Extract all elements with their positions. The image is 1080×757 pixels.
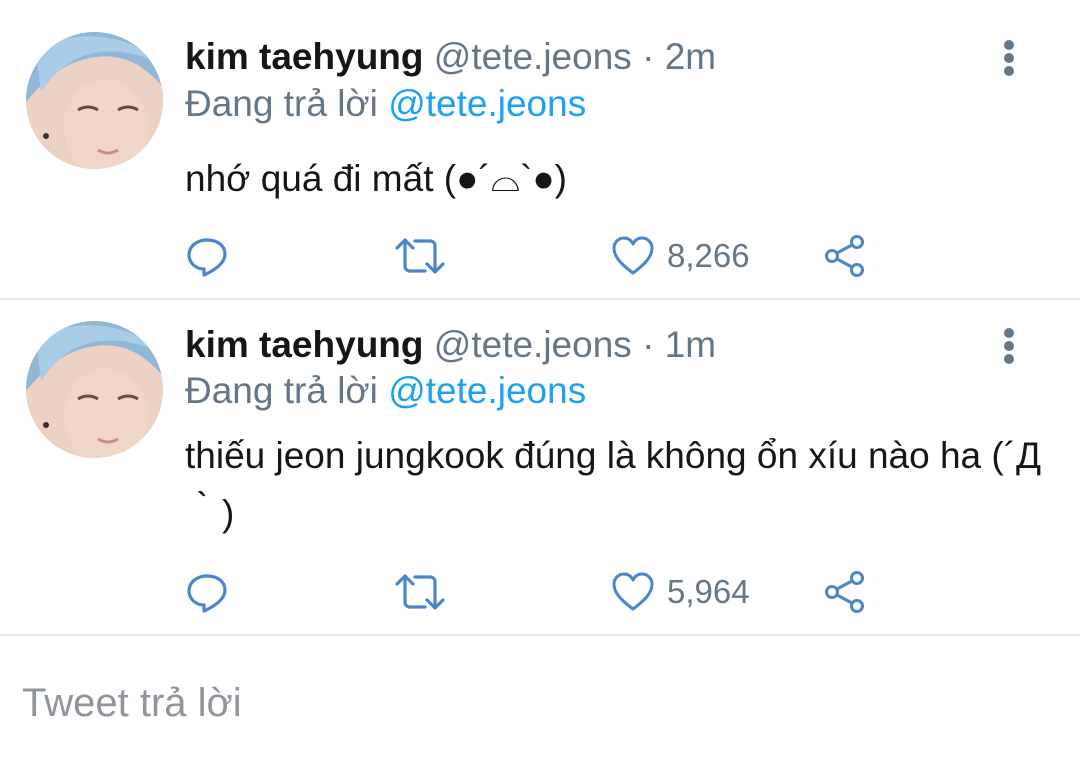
share-button[interactable]: [823, 570, 867, 614]
timestamp[interactable]: 2m: [665, 36, 716, 77]
more-options-button[interactable]: [996, 326, 1022, 366]
heart-icon: [611, 234, 655, 278]
tweet-header: kim taehyung @tete.jeons · 2m: [185, 35, 716, 79]
reply-composer[interactable]: Tweet trả lời: [0, 638, 1080, 757]
like-count: 5,964: [667, 573, 750, 610]
share-icon: [823, 570, 867, 614]
author-handle[interactable]: @tete.jeons: [434, 324, 632, 365]
like-button[interactable]: 8,266: [611, 234, 750, 278]
reply-button[interactable]: [185, 570, 229, 614]
tweet[interactable]: kim taehyung @tete.jeons · 1m Đang trả l…: [0, 300, 1080, 634]
reply-button[interactable]: [185, 234, 229, 278]
reply-prefix: Đang trả lời: [185, 83, 378, 124]
reply-prefix: Đang trả lời: [185, 370, 378, 411]
avatar[interactable]: [26, 32, 163, 169]
timestamp[interactable]: 1m: [665, 324, 716, 365]
tweet-text: thiếu jeon jungkook đúng là không ổn xíu…: [185, 435, 1042, 534]
like-button[interactable]: 5,964: [611, 570, 750, 614]
reply-handle-link[interactable]: @tete.jeons: [388, 370, 586, 411]
tweet-header: kim taehyung @tete.jeons · 1m: [185, 323, 716, 367]
tweet[interactable]: kim taehyung @tete.jeons · 2m Đang trả l…: [0, 0, 1080, 298]
share-icon: [823, 234, 867, 278]
separator: ·: [642, 36, 655, 77]
author-name[interactable]: kim taehyung: [185, 36, 424, 77]
retweet-button[interactable]: [393, 570, 447, 614]
share-button[interactable]: [823, 234, 867, 278]
reply-icon: [185, 570, 229, 614]
tweet-text: nhớ quá đi mất (●´⌓`●): [185, 158, 567, 199]
reply-icon: [185, 234, 229, 278]
retweet-button[interactable]: [393, 234, 447, 278]
replying-to: Đang trả lời @tete.jeons: [185, 82, 586, 126]
more-options-button[interactable]: [996, 38, 1022, 78]
reply-handle-link[interactable]: @tete.jeons: [388, 83, 586, 124]
author-name[interactable]: kim taehyung: [185, 324, 424, 365]
separator: ·: [642, 324, 655, 365]
like-count: 8,266: [667, 237, 750, 274]
retweet-icon: [393, 234, 447, 278]
retweet-icon: [393, 570, 447, 614]
divider: [0, 634, 1080, 636]
avatar[interactable]: [26, 321, 163, 458]
reply-input[interactable]: Tweet trả lời: [22, 678, 242, 728]
heart-icon: [611, 570, 655, 614]
author-handle[interactable]: @tete.jeons: [434, 36, 632, 77]
replying-to: Đang trả lời @tete.jeons: [185, 369, 586, 413]
